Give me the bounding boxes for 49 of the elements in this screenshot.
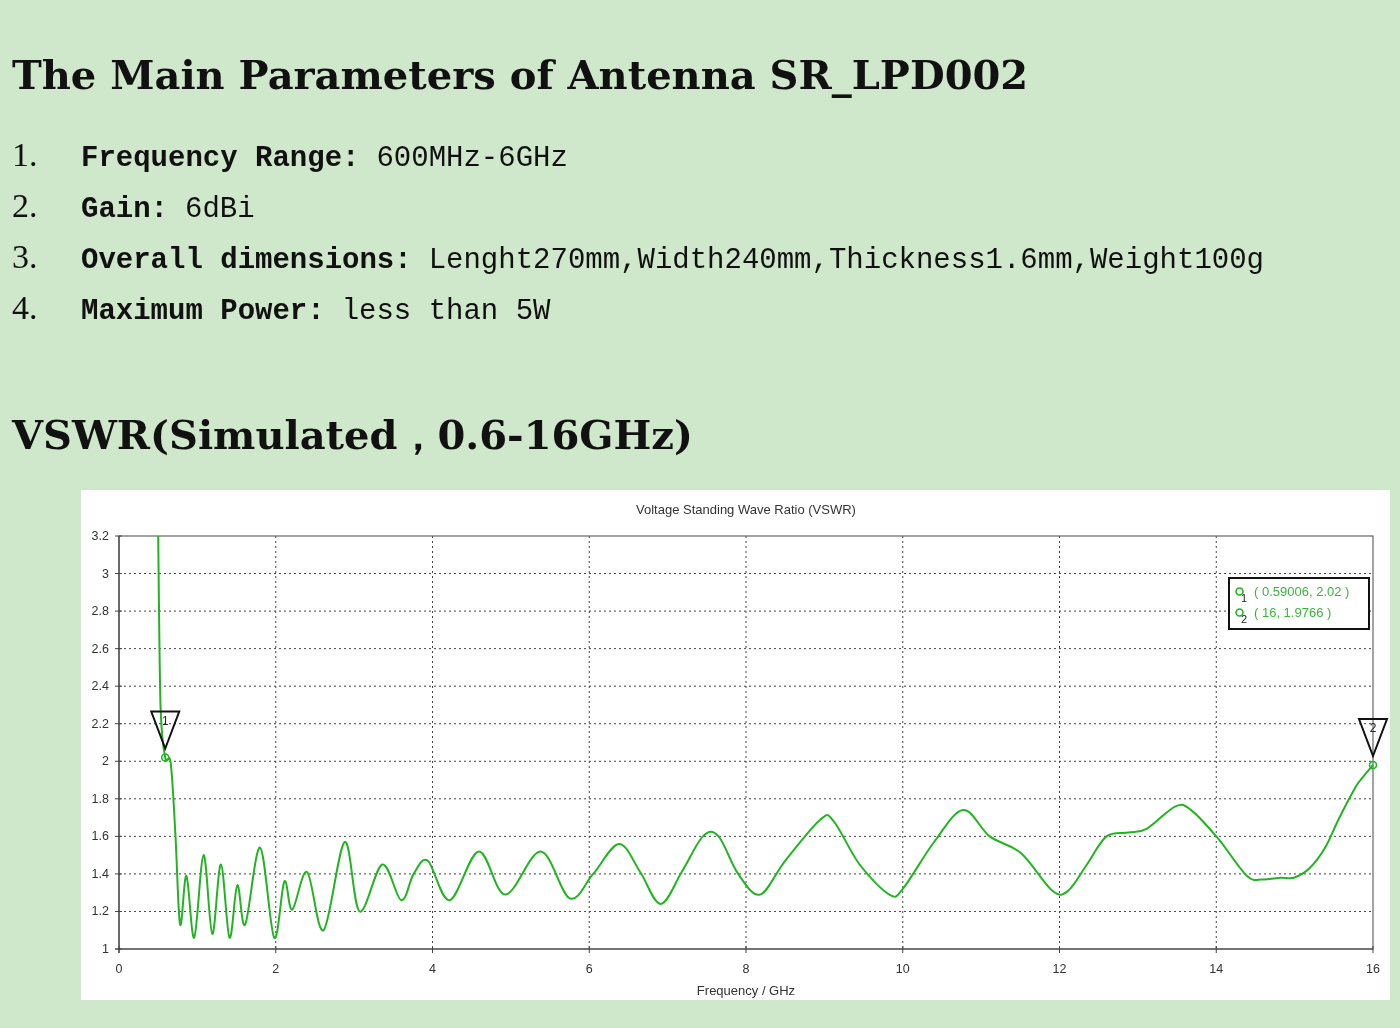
y-tick-label: 1.6: [91, 829, 109, 844]
marker-point-icon: [160, 753, 170, 762]
annotation: 2: [1369, 721, 1377, 736]
legend-marker-number: 1: [1241, 593, 1248, 604]
list-number: 4.: [12, 288, 39, 328]
y-tick-label: 1.8: [91, 791, 109, 806]
y-tick-label: 2.6: [91, 641, 109, 656]
x-tick-label: 14: [1209, 962, 1224, 976]
y-tick-label: 1.2: [91, 904, 109, 919]
y-tick-label: 2.4: [91, 679, 109, 694]
y-tick-label: 1: [102, 942, 109, 956]
marker-point-icon: [1368, 760, 1378, 770]
chart-title: Voltage Standing Wave Ratio (VSWR): [636, 502, 856, 517]
section-title: VSWR(Simulated，0.6-16GHz): [12, 410, 693, 460]
spec-value: 600MHz-6GHz: [376, 141, 568, 177]
x-tick-label: 0: [115, 962, 123, 976]
annotation: 1: [161, 713, 169, 728]
list-number: 1.: [12, 135, 39, 175]
spec-label: Gain:: [81, 192, 168, 228]
y-tick-label: 2.2: [91, 716, 109, 731]
legend-ring-icon: [1235, 587, 1244, 596]
spec-label: Frequency Range:: [81, 141, 360, 177]
x-tick-label: 4: [429, 962, 436, 976]
spec-value: 6dBi: [185, 192, 255, 228]
marker-flag: 2: [1357, 718, 1389, 759]
spec-value: less than 5W: [341, 294, 551, 330]
list-number: 2.: [12, 186, 39, 226]
x-tick-label: 8: [742, 962, 750, 976]
x-tick-label: 10: [895, 962, 910, 976]
y-tick-label: 1.4: [91, 866, 109, 881]
legend-marker-number: 2: [1241, 614, 1248, 625]
list-number: 3.: [12, 237, 39, 277]
legend-ring-icon: [1235, 608, 1244, 617]
x-axis-title: Frequency / GHz: [696, 983, 796, 998]
y-tick-label: 3: [102, 566, 109, 581]
x-tick-label: 6: [585, 962, 593, 976]
spec-label: Overall dimensions:: [81, 243, 412, 279]
marker-flag: 1: [149, 710, 181, 752]
x-tick-label: 2: [272, 962, 280, 976]
spec-label: Maximum Power:: [81, 294, 325, 330]
y-tick-label: 2.8: [91, 604, 109, 619]
x-tick-label: 16: [1366, 962, 1380, 976]
y-tick-label: 3.2: [91, 529, 109, 543]
y-tick-label: 2: [102, 754, 109, 769]
spec-value: Lenght270mm,Width240mm,Thickness1.6mm,Weight100g: [428, 243, 1264, 279]
legend-value: ( 0.59006, 2.02 ): [1254, 583, 1350, 600]
x-tick-label: 12: [1052, 962, 1067, 976]
page-title: The Main Parameters of Antenna SR_LPD002: [12, 50, 1029, 100]
legend-value: ( 16, 1.9766 ): [1254, 604, 1332, 621]
